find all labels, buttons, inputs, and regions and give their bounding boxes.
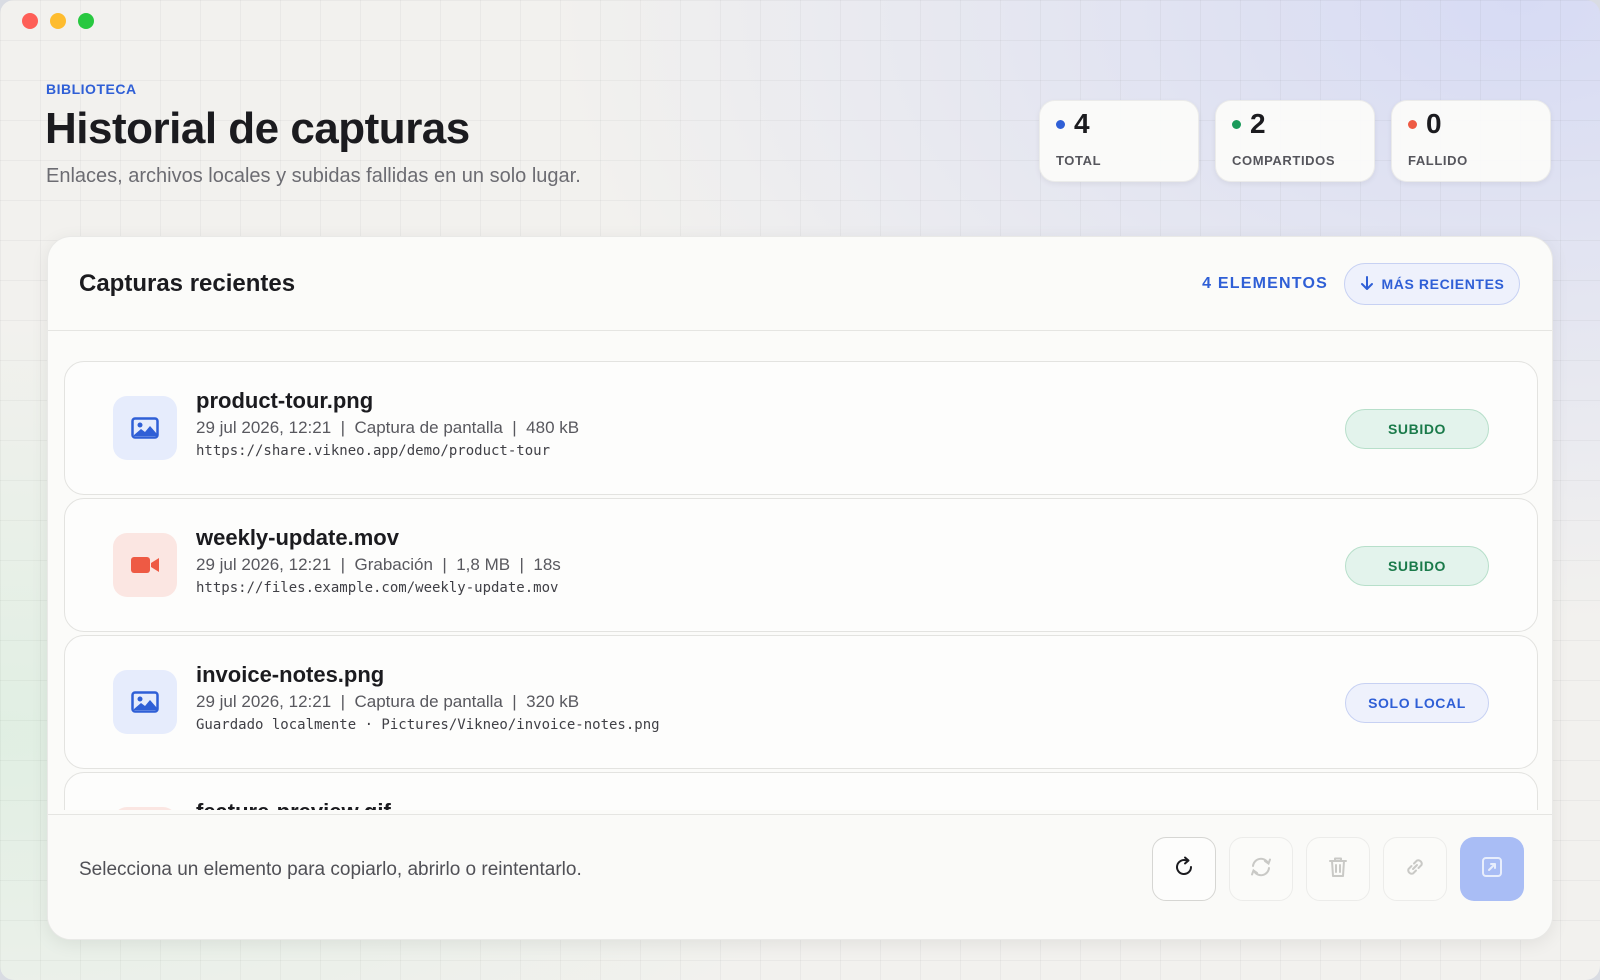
stat-value: 4 (1074, 108, 1090, 139)
retry-button[interactable] (1229, 837, 1293, 901)
status-badge: SOLO LOCAL (1345, 683, 1489, 723)
stat-label: TOTAL (1056, 153, 1102, 168)
close-window-button[interactable] (22, 13, 38, 29)
stat-label: FALLIDO (1408, 153, 1468, 168)
panel-title: Capturas recientes (79, 270, 296, 297)
delete-button[interactable] (1306, 837, 1370, 901)
copy-link-button[interactable] (1383, 837, 1447, 901)
item-link: https://files.example.com/weekly-update.… (196, 580, 559, 596)
item-meta: 29 jul 2026, 12:21 | Captura de pantalla… (196, 692, 580, 711)
item-name: weekly-update.mov (196, 525, 399, 550)
status-badge: SUBIDO (1345, 546, 1489, 586)
section-eyebrow: BIBLIOTECA (46, 81, 137, 97)
open-external-icon (1481, 856, 1503, 883)
app-window: BIBLIOTECA Historial de capturas Enlaces… (0, 0, 1600, 980)
stat-total: 4 TOTAL (1039, 100, 1199, 182)
item-name: product-tour.png (196, 388, 374, 413)
trash-icon (1327, 855, 1349, 884)
status-dot (1056, 119, 1065, 129)
image-icon (113, 396, 177, 460)
page-subtitle: Enlaces, archivos locales y subidas fall… (46, 165, 581, 187)
list-item[interactable]: feature-preview.gif (64, 772, 1538, 810)
zoom-window-button[interactable] (78, 13, 94, 29)
action-buttons (1152, 837, 1524, 901)
open-button[interactable] (1460, 837, 1524, 901)
stat-failed: 0 FALLIDO (1391, 100, 1551, 182)
item-name: invoice-notes.png (196, 662, 385, 687)
window-controls (22, 13, 94, 29)
stat-value: 2 (1250, 108, 1266, 139)
minimize-window-button[interactable] (50, 13, 66, 29)
list-item[interactable]: invoice-notes.png 29 jul 2026, 12:21 | C… (64, 635, 1538, 769)
refresh-button[interactable] (1152, 837, 1216, 901)
stats-row: 4 TOTAL 2 COMPARTIDOS 0 FALLIDO (1039, 100, 1551, 182)
sort-label: MÁS RECIENTES (1381, 276, 1505, 292)
retry-icon (1248, 855, 1274, 884)
status-badge: SUBIDO (1345, 409, 1489, 449)
item-meta: 29 jul 2026, 12:21 | Captura de pantalla… (196, 418, 580, 437)
captures-panel: Capturas recientes 4 ELEMENTOS MÁS RECIE… (47, 236, 1553, 940)
image-icon (113, 670, 177, 734)
link-icon (1403, 855, 1427, 884)
sort-button[interactable]: MÁS RECIENTES (1344, 263, 1520, 305)
status-dot (1232, 119, 1241, 129)
item-meta: 29 jul 2026, 12:21 | Grabación | 1,8 MB … (196, 555, 561, 574)
video-camera-icon (113, 533, 177, 597)
list-item[interactable]: product-tour.png 29 jul 2026, 12:21 | Ca… (64, 361, 1538, 495)
item-name: feature-preview.gif (196, 799, 391, 810)
stat-value: 0 (1426, 108, 1442, 139)
panel-header: Capturas recientes 4 ELEMENTOS MÁS RECIE… (48, 237, 1552, 331)
footer-hint: Selecciona un elemento para copiarlo, ab… (79, 859, 582, 880)
status-dot (1408, 119, 1417, 129)
item-link: https://share.vikneo.app/demo/product-to… (196, 443, 551, 459)
video-camera-icon (113, 807, 177, 810)
stat-label: COMPARTIDOS (1232, 153, 1336, 168)
item-count-label: 4 ELEMENTOS (1202, 275, 1328, 292)
refresh-icon (1172, 855, 1196, 884)
arrow-down-icon (1360, 275, 1374, 294)
page-title: Historial de capturas (45, 104, 470, 153)
item-link: Guardado localmente · Pictures/Vikneo/in… (196, 717, 660, 733)
action-footer: Selecciona un elemento para copiarlo, ab… (48, 814, 1552, 939)
stat-shared: 2 COMPARTIDOS (1215, 100, 1375, 182)
list-item[interactable]: weekly-update.mov 29 jul 2026, 12:21 | G… (64, 498, 1538, 632)
captures-list[interactable]: product-tour.png 29 jul 2026, 12:21 | Ca… (64, 361, 1538, 810)
